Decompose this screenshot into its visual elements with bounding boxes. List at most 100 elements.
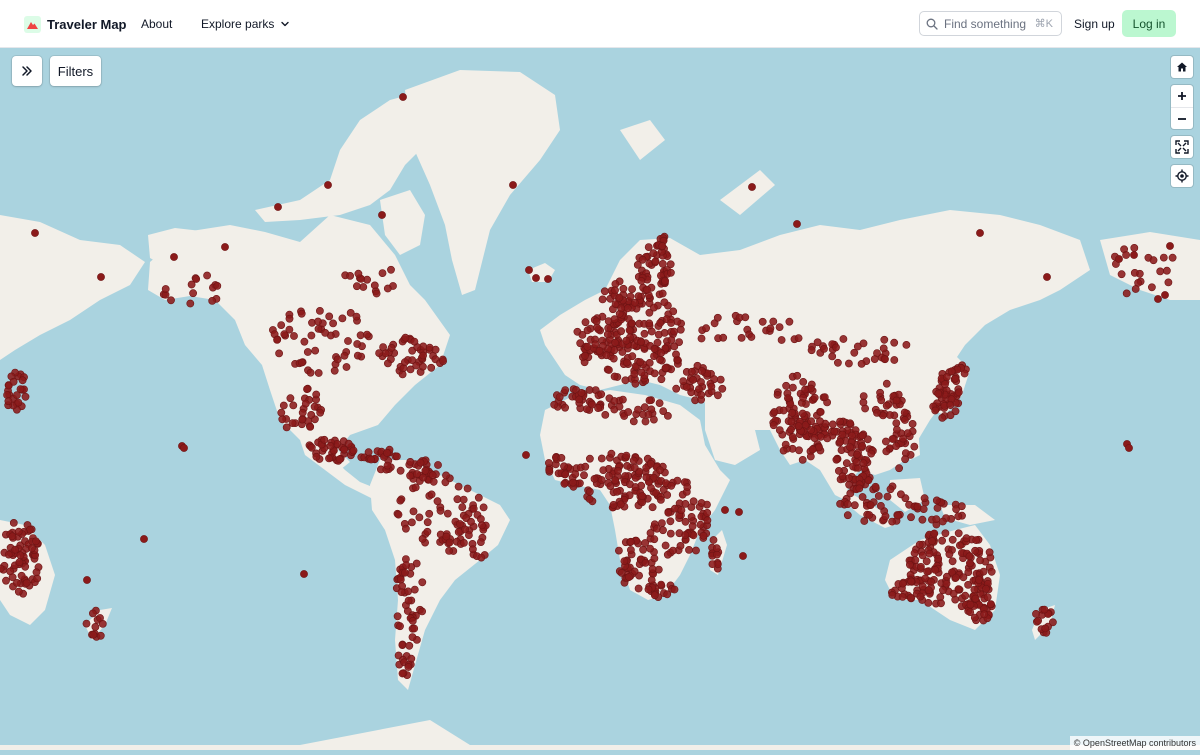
park-marker[interactable] [273,335,281,344]
park-marker[interactable] [748,183,756,191]
park-marker[interactable] [828,352,837,361]
park-marker[interactable] [658,259,667,268]
park-marker[interactable] [140,535,148,543]
park-marker[interactable] [983,593,992,601]
park-marker[interactable] [1130,243,1139,252]
park-marker[interactable] [798,409,807,418]
park-marker[interactable] [298,408,307,417]
park-marker[interactable] [966,600,975,609]
park-marker[interactable] [611,286,619,295]
park-marker[interactable] [906,560,914,569]
park-marker[interactable] [522,451,530,459]
park-marker[interactable] [877,501,885,510]
park-marker[interactable] [971,594,980,603]
park-marker[interactable] [908,419,917,428]
park-marker[interactable] [634,584,643,593]
park-marker[interactable] [923,567,932,576]
park-marker[interactable] [949,589,958,598]
park-marker[interactable] [419,473,427,482]
park-marker[interactable] [714,391,722,400]
park-marker[interactable] [799,377,808,386]
park-marker[interactable] [352,312,361,321]
park-marker[interactable] [583,342,592,351]
park-marker[interactable] [956,541,964,550]
park-marker[interactable] [601,410,610,419]
log-in-button[interactable]: Log in [1122,10,1176,37]
park-marker[interactable] [892,419,901,427]
park-marker[interactable] [418,607,426,616]
park-marker[interactable] [404,587,412,596]
park-marker[interactable] [866,501,875,509]
park-marker[interactable] [721,506,729,514]
park-marker[interactable] [303,348,312,356]
park-marker[interactable] [303,385,311,393]
park-marker[interactable] [286,394,295,403]
park-marker[interactable] [777,336,786,344]
park-marker[interactable] [1115,255,1123,263]
park-marker[interactable] [832,343,840,352]
park-marker[interactable] [661,276,669,285]
park-marker[interactable] [945,550,954,559]
search-box[interactable]: Find something ⌘K [919,11,1062,36]
park-marker[interactable] [883,492,892,501]
park-marker[interactable] [920,494,929,503]
park-marker[interactable] [285,314,294,323]
park-marker[interactable] [613,487,621,496]
park-marker[interactable] [650,369,659,378]
park-marker[interactable] [882,437,890,446]
park-marker[interactable] [836,437,844,446]
park-marker[interactable] [747,333,756,341]
park-marker[interactable] [277,321,286,329]
park-marker[interactable] [658,519,666,527]
park-marker[interactable] [645,319,654,328]
park-marker[interactable] [638,255,647,264]
park-marker[interactable] [843,511,852,520]
park-marker[interactable] [378,269,387,277]
park-marker[interactable] [890,338,899,347]
park-marker[interactable] [83,576,91,584]
park-marker[interactable] [650,554,659,563]
park-marker[interactable] [946,401,955,409]
park-marker[interactable] [666,517,675,526]
park-marker[interactable] [418,362,427,371]
park-marker[interactable] [876,388,884,397]
park-marker[interactable] [703,516,712,525]
park-marker[interactable] [823,434,832,443]
park-marker[interactable] [712,544,721,553]
park-marker[interactable] [469,504,478,513]
park-marker[interactable] [657,580,665,589]
park-marker[interactable] [454,528,463,536]
park-marker[interactable] [980,610,989,619]
fullscreen-button[interactable] [1171,136,1193,158]
park-marker[interactable] [789,383,797,392]
park-marker[interactable] [925,549,934,558]
park-marker[interactable] [396,466,405,475]
park-marker[interactable] [288,419,297,427]
park-marker[interactable] [333,355,342,364]
park-marker[interactable] [702,324,710,333]
park-marker[interactable] [775,323,784,331]
park-marker[interactable] [626,292,635,301]
park-marker[interactable] [656,318,665,327]
park-marker[interactable] [383,461,392,470]
park-marker[interactable] [666,529,675,538]
park-marker[interactable] [650,303,658,312]
park-marker[interactable] [442,471,450,480]
park-marker[interactable] [623,358,631,367]
park-marker[interactable] [18,376,27,385]
park-marker[interactable] [943,572,951,581]
park-marker[interactable] [661,363,670,372]
park-marker[interactable] [1159,253,1168,262]
park-marker[interactable] [408,633,417,641]
park-marker[interactable] [583,326,592,335]
park-marker[interactable] [886,485,895,494]
park-marker[interactable] [561,470,570,479]
sign-up-link[interactable]: Sign up [1074,17,1115,31]
home-button[interactable] [1171,56,1193,78]
park-marker[interactable] [474,493,483,502]
park-marker[interactable] [11,545,20,554]
park-marker[interactable] [649,249,658,258]
park-marker[interactable] [830,427,839,436]
park-marker[interactable] [870,355,879,363]
park-marker[interactable] [285,325,294,334]
